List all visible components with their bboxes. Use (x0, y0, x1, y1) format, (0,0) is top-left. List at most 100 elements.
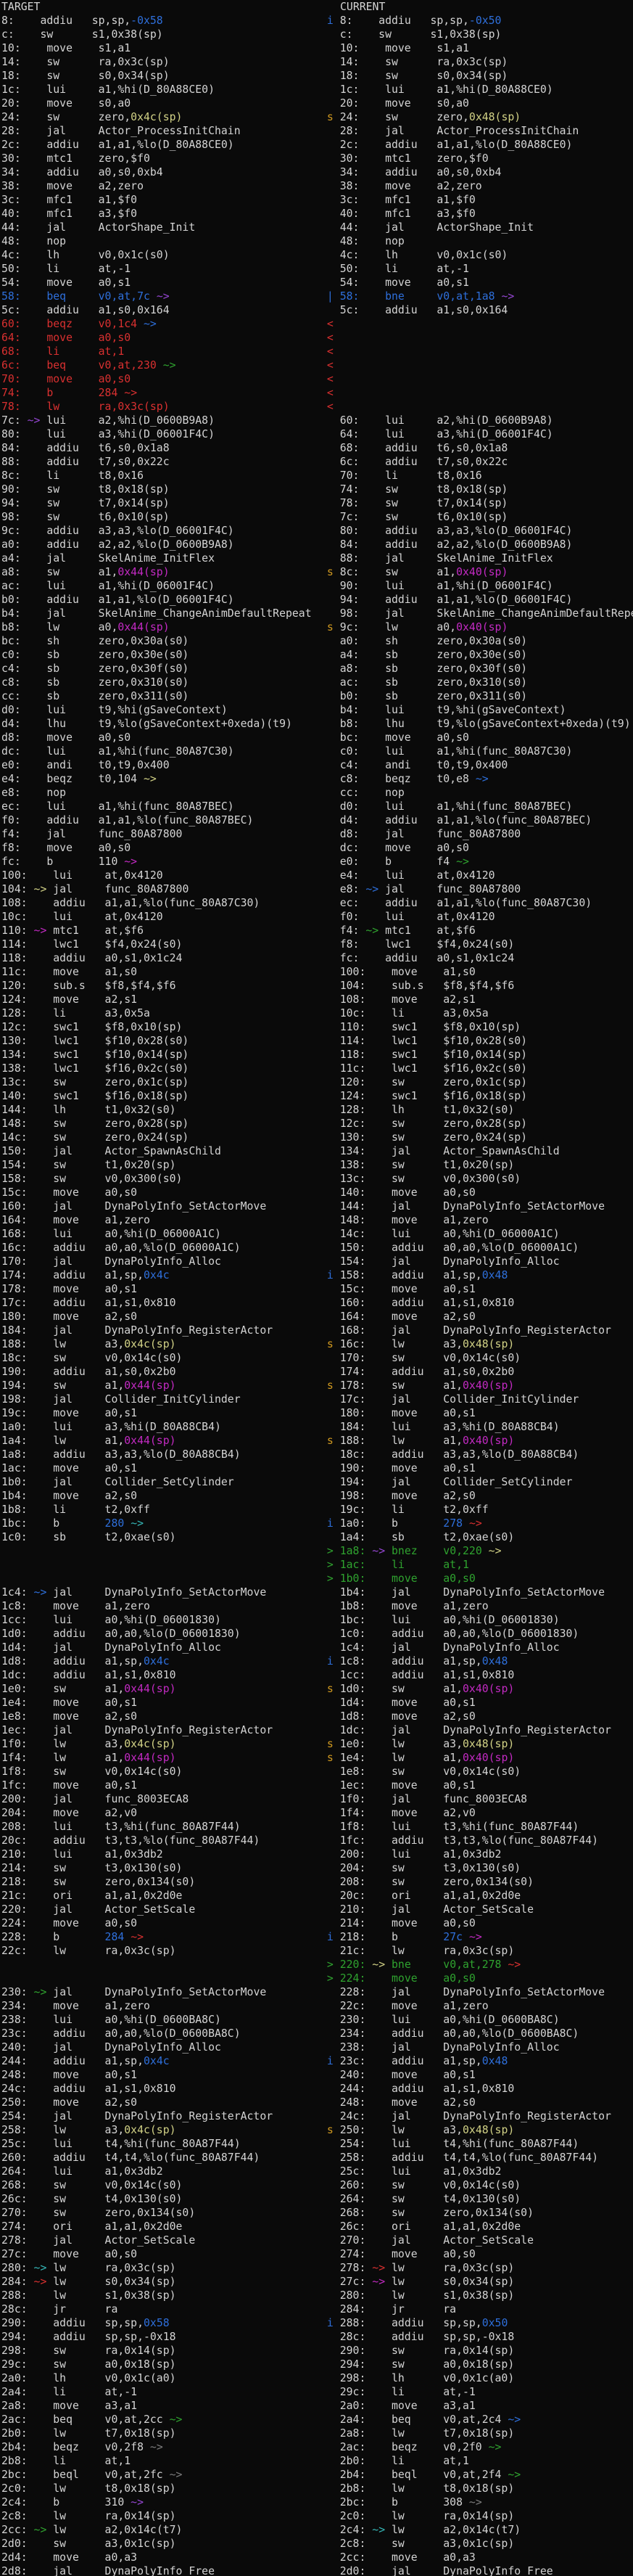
current-line: 28: jal Actor_ProcessInitChain (318, 124, 633, 138)
diff-row: 2c8: lw ra,0x14(sp) 2c0: lw ra,0x14(sp) (0, 2509, 633, 2523)
target-line: 30: mtc1 zero,$f0 (0, 152, 318, 165)
target-line: 1f0: lw a3,0x4c(sp) (0, 1737, 318, 1751)
diff-row: 11c: move a1,s0 100: move a1,s0 (0, 965, 633, 979)
target-line: 88: addiu t7,s0,0x22c (0, 455, 318, 469)
current-line: 1fc: addiu t3,t3,%lo(func_80A87F44) (318, 1834, 633, 1847)
diff-row: c4: sb zero,0x30f(s0) a8: sb zero,0x30f(… (0, 662, 633, 676)
current-line: 114: lwc1 $f10,0x28(s0) (318, 1034, 633, 1048)
current-line: 208: sw zero,0x134(s0) (318, 1875, 633, 1889)
target-line: 84: addiu t6,s0,0x1a8 (0, 441, 318, 455)
current-line: a8: sb zero,0x30f(s0) (318, 662, 633, 676)
target-line: a0: addiu a2,a2,%lo(D_0600B9A8) (0, 538, 318, 551)
diff-row: 134: swc1 $f10,0x14(sp) 118: swc1 $f10,0… (0, 1048, 633, 1062)
diff-row: 118: addiu a0,s1,0x1c24 fc: addiu a0,s1,… (0, 951, 633, 965)
current-line: 2ac: beqz v0,2f0 ~> (318, 2440, 633, 2454)
diff-row: 5c: addiu a1,s0,0x164 5c: addiu a1,s0,0x… (0, 303, 633, 317)
diff-row: b4: jal SkelAnime_ChangeAnimDefaultRepea… (0, 607, 633, 620)
current-line: 25c: lui a1,0x3db2 (318, 2165, 633, 2178)
diff-row: b0: addiu a1,a1,%lo(D_06001F4C) 94: addi… (0, 593, 633, 607)
target-line: 228: b 284 ~> (0, 1930, 318, 1944)
diff-row: 1e8: move a2,s0 1d8: move a2,s0 (0, 1710, 633, 1723)
current-line: 2cc: move a0,a3 (318, 2551, 633, 2564)
target-line: dc: lui a1,%hi(func_80A87C30) (0, 745, 318, 758)
target-line: 58: beq v0,at,7c ~> (0, 290, 318, 303)
target-line: 270: sw zero,0x134(s0) (0, 2206, 318, 2220)
diff-row: f0: addiu a1,a1,%lo(func_80A87BEC) d4: a… (0, 813, 633, 827)
diff-row: 288: lw s1,0x38(sp) 280: lw s1,0x38(sp) (0, 2289, 633, 2302)
current-line: 1c: lui a1,%hi(D_80A88CE0) (318, 83, 633, 97)
current-line: < (318, 400, 633, 414)
current-line: s 178: sw a1,0x40(sp) (318, 1379, 633, 1392)
target-line: 21c: ori a1,a1,0x2d0e (0, 1889, 318, 1903)
target-line: 12c: swc1 $f8,0x10(sp) (0, 1020, 318, 1034)
target-line: 144: lh t1,0x32(s0) (0, 1103, 318, 1117)
diff-row: 22c: lw ra,0x3c(sp) 21c: lw ra,0x3c(sp) (0, 1944, 633, 1958)
diff-row: 1dc: addiu a1,s1,0x810 1cc: addiu a1,s1,… (0, 1668, 633, 1682)
current-line: 120: sw zero,0x1c(sp) (318, 1075, 633, 1089)
current-line: 234: addiu a0,a0,%lo(D_0600BA8C) (318, 2027, 633, 2040)
diff-row: 98: sw t6,0x10(sp) 7c: sw t6,0x10(sp) (0, 510, 633, 524)
diff-row: 214: sw t3,0x130(s0) 204: sw t3,0x130(s0… (0, 1861, 633, 1875)
diff-row: 30: mtc1 zero,$f0 30: mtc1 zero,$f0 (0, 152, 633, 165)
current-line: < (318, 331, 633, 345)
diff-row: 21c: ori a1,a1,0x2d0e 20c: ori a1,a1,0x2… (0, 1889, 633, 1903)
target-line: 250: move a2,s0 (0, 2096, 318, 2109)
diff-row: 170: jal DynaPolyInfo_Alloc 154: jal Dyn… (0, 1255, 633, 1268)
current-line: 84: addiu a2,a2,%lo(D_0600B9A8) (318, 538, 633, 551)
diff-row: 224: move a0,s0 214: move a0,s0 (0, 1916, 633, 1930)
target-line: 208: lui t3,%hi(func_80A87F44) (0, 1820, 318, 1834)
diff-row: 2cc: ~> lw a2,0x14c(t7) 2c4: ~> lw a2,0x… (0, 2523, 633, 2537)
diff-row: 284: ~> lw s0,0x34(sp) 27c: ~> lw s0,0x3… (0, 2275, 633, 2289)
diff-row: 1d0: addiu a0,a0,%lo(D_06001830) 1c0: ad… (0, 1627, 633, 1641)
diff-row: d4: lhu t9,%lo(gSaveContext+0xeda)(t9) b… (0, 717, 633, 731)
target-line (0, 1558, 318, 1572)
diff-row: 154: sw t1,0x20(sp) 138: sw t1,0x20(sp) (0, 1158, 633, 1172)
current-line: d0: lui a1,%hi(func_80A87BEC) (318, 800, 633, 813)
target-line: b0: addiu a1,a1,%lo(D_06001F4C) (0, 593, 318, 607)
current-line: c8: beqz t0,e8 ~> (318, 772, 633, 786)
target-line: 2bc: beql v0,at,2fc ~> (0, 2468, 318, 2482)
current-line: ac: sb zero,0x310(s0) (318, 676, 633, 689)
target-line: 1c8: move a1,zero (0, 1599, 318, 1613)
diff-row: 208: lui t3,%hi(func_80A87F44) 1f8: lui … (0, 1820, 633, 1834)
current-line: 21c: lw ra,0x3c(sp) (318, 1944, 633, 1958)
target-line: 60: beqz v0,1c4 ~> (0, 317, 318, 331)
current-line: 2d0: jal DynaPolyInfo_Free (318, 2564, 633, 2576)
target-line: 178: move a0,s1 (0, 1282, 318, 1296)
target-line: 10: move s1,a1 (0, 41, 318, 55)
diff-row: 108: addiu a1,a1,%lo(func_80A87C30) ec: … (0, 896, 633, 910)
target-line: 288: lw s1,0x38(sp) (0, 2289, 318, 2302)
terminal: { "header": { "target": "TARGET", "curre… (0, 0, 633, 2576)
diff-row: 128: li a3,0x5a 10c: li a3,0x5a (0, 1006, 633, 1020)
target-line: 188: lw a3,0x4c(sp) (0, 1337, 318, 1351)
diff-row: 220: jal Actor_SetScale 210: jal Actor_S… (0, 1903, 633, 1916)
target-line: 2a8: move a3,a1 (0, 2399, 318, 2413)
target-line: 164: move a1,zero (0, 1213, 318, 1227)
target-line: 38: move a2,zero (0, 179, 318, 193)
current-line: 20: move s0,a0 (318, 97, 633, 110)
current-line: i 8: addiu sp,sp,-0x50 (318, 14, 633, 28)
current-line: 180: move a0,s1 (318, 1406, 633, 1420)
diff-row: 1b4: move a2,s0 198: move a2,s0 (0, 1489, 633, 1503)
diff-row: 198: jal Collider_InitCylinder 17c: jal … (0, 1392, 633, 1406)
diff-row: 2c: addiu a1,a1,%lo(D_80A88CE0) 2c: addi… (0, 138, 633, 152)
current-line: 7c: sw t6,0x10(sp) (318, 510, 633, 524)
current-line: e8: ~> jal func_80A87800 (318, 882, 633, 896)
current-line: 94: addiu a1,a1,%lo(D_06001F4C) (318, 593, 633, 607)
current-line: 2c: addiu a1,a1,%lo(D_80A88CE0) (318, 138, 633, 152)
target-line: 168: lui a0,%hi(D_06000A1C) (0, 1227, 318, 1241)
target-line: e0: andi t0,t9,0x400 (0, 758, 318, 772)
current-line: < (318, 358, 633, 372)
diff-row: 264: lui a1,0x3db2 25c: lui a1,0x3db2 (0, 2165, 633, 2178)
diff-row: 244: addiu a1,sp,0x4c i 23c: addiu a1,sp… (0, 2054, 633, 2068)
diff-row: 1a8: addiu a3,a3,%lo(D_80A88CB4) 18c: ad… (0, 1448, 633, 1461)
current-line: e4: lui at,0x4120 (318, 869, 633, 882)
current-line: 110: swc1 $f8,0x10(sp) (318, 1020, 633, 1034)
current-line: 14c: lui a0,%hi(D_06000A1C) (318, 1227, 633, 1241)
target-line: 1a4: lw a1,0x44(sp) (0, 1434, 318, 1448)
diff-row: 120: sub.s $f8,$f4,$f6 104: sub.s $f8,$f… (0, 979, 633, 993)
diff-row: 6c: beq v0,at,230 ~> < (0, 358, 633, 372)
current-line: 10: move s1,a1 (318, 41, 633, 55)
current-line: cc: nop (318, 786, 633, 800)
current-line: c4: andi t0,t9,0x400 (318, 758, 633, 772)
